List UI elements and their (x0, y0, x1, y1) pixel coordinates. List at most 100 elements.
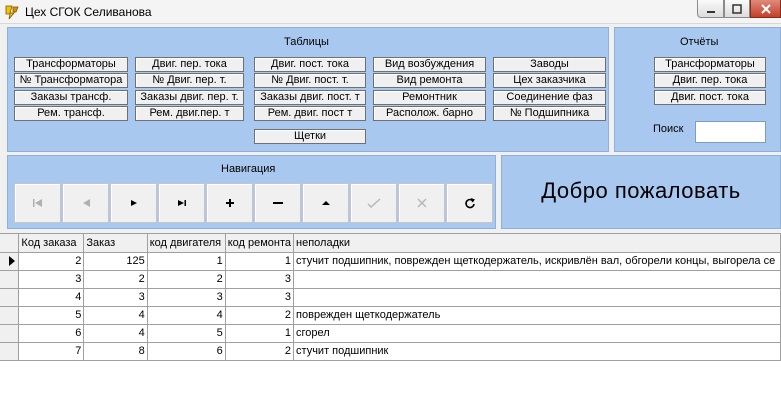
cell-order[interactable]: 2 (83, 270, 148, 289)
insert-record-button[interactable] (206, 183, 253, 223)
cancel-edit-button[interactable] (398, 183, 445, 223)
search-input[interactable] (695, 121, 766, 143)
cell-motor-code[interactable]: 5 (147, 324, 226, 343)
cell-order-code[interactable]: 3 (18, 270, 85, 289)
cell-motor-code[interactable]: 2 (147, 270, 226, 289)
table-row[interactable]: 6 4 5 1 сгорел (0, 324, 781, 343)
cell-issues[interactable] (293, 270, 781, 289)
cell-order-code[interactable]: 6 (18, 324, 85, 343)
cell-order-code[interactable]: 5 (18, 306, 85, 325)
orders-grid[interactable]: Код заказа Заказ код двигателя код ремон… (0, 233, 781, 403)
next-record-button[interactable] (110, 183, 157, 223)
table-ac-motor-number-button[interactable]: № Двиг. пер. т. (135, 73, 244, 88)
cell-issues[interactable]: стучит подшипник, поврежден щеткодержате… (293, 252, 781, 271)
table-row[interactable]: 2 125 1 1 стучит подшипник, поврежден ще… (0, 252, 781, 271)
table-dc-motors-button[interactable]: Двиг. пост. тока (254, 57, 366, 72)
table-phase-connection-button[interactable]: Соединение фаз (493, 90, 606, 105)
table-dc-motor-orders-button[interactable]: Заказы двиг. пост. т (254, 90, 366, 105)
cell-repair-code[interactable]: 2 (225, 306, 295, 325)
table-ac-motor-repair-button[interactable]: Рем. двиг.пер. т (135, 106, 244, 121)
cell-repair-code[interactable]: 2 (225, 342, 295, 361)
table-ac-motors-button[interactable]: Двиг. пер. тока (135, 57, 244, 72)
table-row[interactable]: 4 3 3 3 (0, 288, 781, 307)
current-row-icon (9, 256, 15, 266)
column-header-order[interactable]: Заказ (83, 234, 148, 253)
table-row[interactable]: 3 2 2 3 (0, 270, 781, 289)
table-brushes-button[interactable]: Щетки (254, 129, 366, 144)
maximize-button[interactable] (724, 0, 750, 18)
prior-record-button[interactable] (62, 183, 109, 223)
table-row[interactable]: 7 8 6 2 стучит подшипник (0, 342, 781, 361)
search-label: Поиск (653, 123, 684, 135)
post-edit-icon (366, 198, 380, 208)
cell-issues[interactable] (293, 288, 781, 307)
cell-order-code[interactable]: 7 (18, 342, 85, 361)
row-indicator[interactable] (0, 270, 20, 289)
last-record-icon (177, 200, 186, 206)
table-repair-type-button[interactable]: Вид ремонта (373, 73, 486, 88)
cell-issues[interactable]: стучит подшипник (293, 342, 781, 361)
table-transformers-button[interactable]: Трансформаторы (14, 57, 128, 72)
table-customer-shop-button[interactable]: Цех заказчика (493, 73, 606, 88)
cell-order-code[interactable]: 2 (18, 252, 85, 271)
table-dc-motor-repair-button[interactable]: Рем. двиг. пост т (254, 106, 366, 121)
cell-issues[interactable]: поврежден щеткодержатель (293, 306, 781, 325)
post-edit-button[interactable] (350, 183, 397, 223)
cell-order[interactable]: 3 (83, 288, 148, 307)
minimize-icon (706, 10, 715, 13)
cell-motor-code[interactable]: 3 (147, 288, 226, 307)
first-record-button[interactable] (14, 183, 61, 223)
cell-order[interactable]: 125 (83, 252, 148, 271)
first-record-icon (32, 199, 42, 207)
refresh-data-icon (464, 198, 475, 209)
cell-repair-code[interactable]: 1 (225, 252, 295, 271)
cell-repair-code[interactable]: 3 (225, 288, 295, 307)
cell-motor-code[interactable]: 4 (147, 306, 226, 325)
table-excitation-type-button[interactable]: Вид возбуждения (373, 57, 486, 72)
table-dc-motor-number-button[interactable]: № Двиг. пост. т. (254, 73, 366, 88)
table-plants-button[interactable]: Заводы (493, 57, 606, 72)
cell-order[interactable]: 8 (83, 342, 148, 361)
cell-repair-code[interactable]: 3 (225, 270, 295, 289)
table-row[interactable]: 5 4 4 2 поврежден щеткодержатель (0, 306, 781, 325)
delete-record-button[interactable] (254, 183, 301, 223)
cell-order[interactable]: 4 (83, 324, 148, 343)
column-header-order-code[interactable]: Код заказа (18, 234, 85, 253)
last-record-button[interactable] (158, 183, 205, 223)
table-transformer-orders-button[interactable]: Заказы трансф. (14, 90, 128, 105)
row-indicator[interactable] (0, 306, 20, 325)
cell-order[interactable]: 4 (83, 306, 148, 325)
close-icon (760, 3, 771, 14)
close-button[interactable] (750, 0, 781, 18)
table-transformer-repair-button[interactable]: Рем. трансф. (14, 106, 128, 121)
row-indicator[interactable] (0, 252, 20, 271)
table-ac-motor-orders-button[interactable]: Заказы двиг. пер. т. (135, 90, 244, 105)
row-indicator[interactable] (0, 288, 20, 307)
row-indicator-header (0, 234, 20, 253)
refresh-data-button[interactable] (446, 183, 493, 223)
cell-issues[interactable]: сгорел (293, 324, 781, 343)
column-header-motor-code[interactable]: код двигателя (147, 234, 226, 253)
reports-panel-title: Отчёты (680, 36, 719, 48)
table-bearing-number-button[interactable]: № Подшипника (493, 106, 606, 121)
cell-order-code[interactable]: 4 (18, 288, 85, 307)
column-header-issues[interactable]: неполадки (293, 234, 781, 253)
row-indicator[interactable] (0, 342, 20, 361)
cell-repair-code[interactable]: 1 (225, 324, 295, 343)
app-logo-icon (5, 5, 19, 20)
cell-motor-code[interactable]: 6 (147, 342, 226, 361)
column-header-repair-code[interactable]: код ремонта (225, 234, 295, 253)
table-drum-location-button[interactable]: Располож. барно (373, 106, 486, 121)
table-transformer-number-button[interactable]: № Трансформатора (14, 73, 128, 88)
minimize-button[interactable] (697, 0, 724, 18)
cell-motor-code[interactable]: 1 (147, 252, 226, 271)
report-dc-motors-button[interactable]: Двиг. пост. тока (654, 90, 766, 105)
insert-record-icon (225, 199, 234, 207)
report-ac-motors-button[interactable]: Двиг. пер. тока (654, 73, 766, 88)
report-transformers-button[interactable]: Трансформаторы (654, 57, 766, 72)
table-repairman-button[interactable]: Ремонтник (373, 90, 486, 105)
maximize-icon (732, 3, 742, 14)
cancel-edit-icon (416, 198, 427, 208)
row-indicator[interactable] (0, 324, 20, 343)
edit-record-button[interactable] (302, 183, 349, 223)
